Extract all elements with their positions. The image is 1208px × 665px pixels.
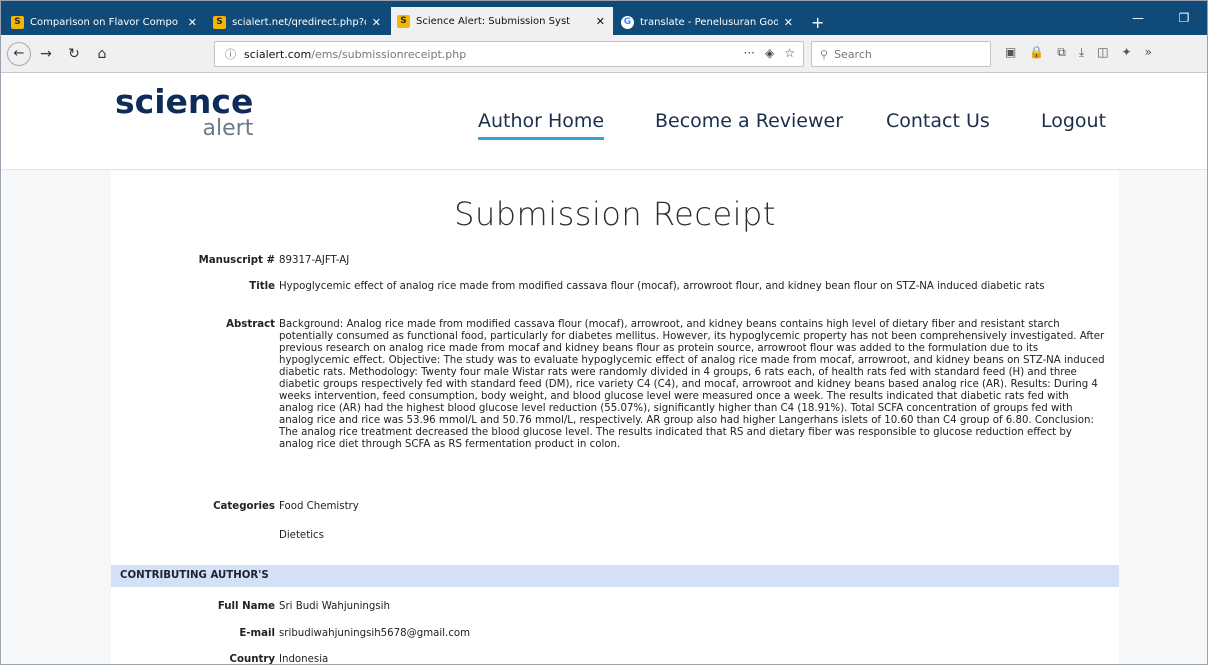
- search-input[interactable]: [834, 47, 975, 61]
- back-arrow-icon[interactable]: ←: [7, 41, 31, 66]
- sciencealert-favicon-icon: S: [213, 15, 226, 29]
- extension-icon[interactable]: ⧉: [1057, 45, 1066, 60]
- url-actions: ··· ◈ ☆: [744, 46, 795, 60]
- info-icon[interactable]: ⓘ: [225, 46, 236, 62]
- tab-3[interactable]: G translate - Penelusuran Google ✕: [615, 9, 801, 35]
- url-host: scialert.com: [244, 47, 312, 61]
- category-item: Food Chemistry: [279, 501, 359, 512]
- nav-contact-us[interactable]: Contact Us: [886, 110, 990, 132]
- sidebar-icon[interactable]: ◫: [1097, 45, 1108, 60]
- close-icon[interactable]: ✕: [372, 16, 381, 29]
- tab-label: Comparison on Flavor Compo: [30, 16, 178, 28]
- overflow-icon[interactable]: »: [1145, 45, 1152, 60]
- restore-icon[interactable]: ❐: [1161, 1, 1207, 35]
- page-actions-icon[interactable]: ···: [744, 46, 755, 60]
- tab-1[interactable]: S scialert.net/qredirect.php?doi ✕: [207, 9, 389, 35]
- web-page: science alert Author Home Become a Revie…: [2, 74, 1207, 665]
- search-box[interactable]: ⚲: [811, 41, 991, 67]
- tab-label: translate - Penelusuran Google: [640, 16, 778, 28]
- field-label: Abstract: [226, 319, 275, 330]
- bookmark-star-icon[interactable]: ☆: [784, 46, 795, 60]
- new-tab-button[interactable]: +: [803, 9, 832, 35]
- browser-window: S Comparison on Flavor Compo ✕ S scialer…: [0, 0, 1208, 665]
- close-icon[interactable]: ✕: [188, 16, 197, 29]
- window-controls: — ❐: [1115, 1, 1207, 35]
- tab-2[interactable]: S Science Alert: Submission Syst ✕: [391, 7, 613, 35]
- google-favicon-icon: G: [621, 15, 634, 29]
- navigation-toolbar: ← → ↻ ⌂ ⓘ scialert.com/ems/submissionrec…: [1, 35, 1207, 73]
- extension-icon[interactable]: ✦: [1122, 45, 1132, 60]
- download-icon[interactable]: ⤓: [1079, 45, 1084, 60]
- tab-0[interactable]: S Comparison on Flavor Compo ✕: [5, 9, 205, 35]
- field-label: Categories: [213, 501, 275, 512]
- logo-text-top: science: [115, 82, 254, 121]
- screenshot-icon[interactable]: ▣: [1005, 45, 1016, 60]
- sciencealert-logo[interactable]: science alert: [115, 84, 253, 141]
- email-value: sribudiwahjuningsih5678@gmail.com: [279, 628, 471, 639]
- section-header-authors: CONTRIBUTING AUTHOR'S: [111, 565, 1119, 587]
- article-title-value: Hypoglycemic effect of analog rice made …: [279, 281, 1045, 292]
- field-label: Full Name: [217, 601, 275, 612]
- field-label: E-mail: [239, 628, 275, 639]
- field-label: Title: [249, 281, 275, 292]
- tab-label: Science Alert: Submission Syst: [416, 15, 571, 27]
- field-label: Manuscript #: [198, 255, 275, 266]
- site-header: science alert Author Home Become a Revie…: [2, 74, 1207, 170]
- pocket-icon[interactable]: ◈: [765, 46, 774, 60]
- page-title: Submission Receipt: [454, 195, 776, 233]
- search-icon: ⚲: [820, 47, 829, 61]
- minimize-icon[interactable]: —: [1115, 1, 1161, 35]
- close-icon[interactable]: ✕: [784, 16, 793, 29]
- category-item: Dietetics: [279, 530, 324, 541]
- field-label: Country: [229, 654, 275, 665]
- receipt-panel: Submission Receipt Manuscript # 89317-AJ…: [111, 171, 1119, 665]
- nav-become-reviewer[interactable]: Become a Reviewer: [655, 110, 843, 132]
- sciencealert-favicon-icon: S: [397, 14, 410, 28]
- abstract-value: Background: Analog rice made from modifi…: [279, 319, 1105, 450]
- sciencealert-favicon-icon: S: [11, 15, 24, 29]
- tab-label: scialert.net/qredirect.php?doi: [232, 16, 366, 28]
- url-path: /ems/submissionreceipt.php: [311, 47, 467, 61]
- url-bar[interactable]: ⓘ scialert.com/ems/submissionreceipt.php…: [214, 41, 804, 67]
- nav-author-home[interactable]: Author Home: [478, 110, 605, 140]
- country-value: Indonesia: [279, 654, 329, 665]
- manuscript-value: 89317-AJFT-AJ: [279, 255, 350, 266]
- lock-icon[interactable]: 🔒: [1029, 45, 1044, 60]
- nav-logout[interactable]: Logout: [1041, 110, 1106, 132]
- close-icon[interactable]: ✕: [596, 15, 605, 28]
- home-icon[interactable]: ⌂: [89, 41, 115, 67]
- fullname-value: Sri Budi Wahjuningsih: [279, 601, 390, 612]
- toolbar-icons: ▣ 🔒 ⧉ ⤓ ◫ ✦ »: [1005, 45, 1152, 60]
- reload-icon[interactable]: ↻: [61, 41, 87, 67]
- tab-strip: S Comparison on Flavor Compo ✕ S scialer…: [1, 1, 1207, 35]
- forward-arrow-icon[interactable]: →: [33, 41, 59, 67]
